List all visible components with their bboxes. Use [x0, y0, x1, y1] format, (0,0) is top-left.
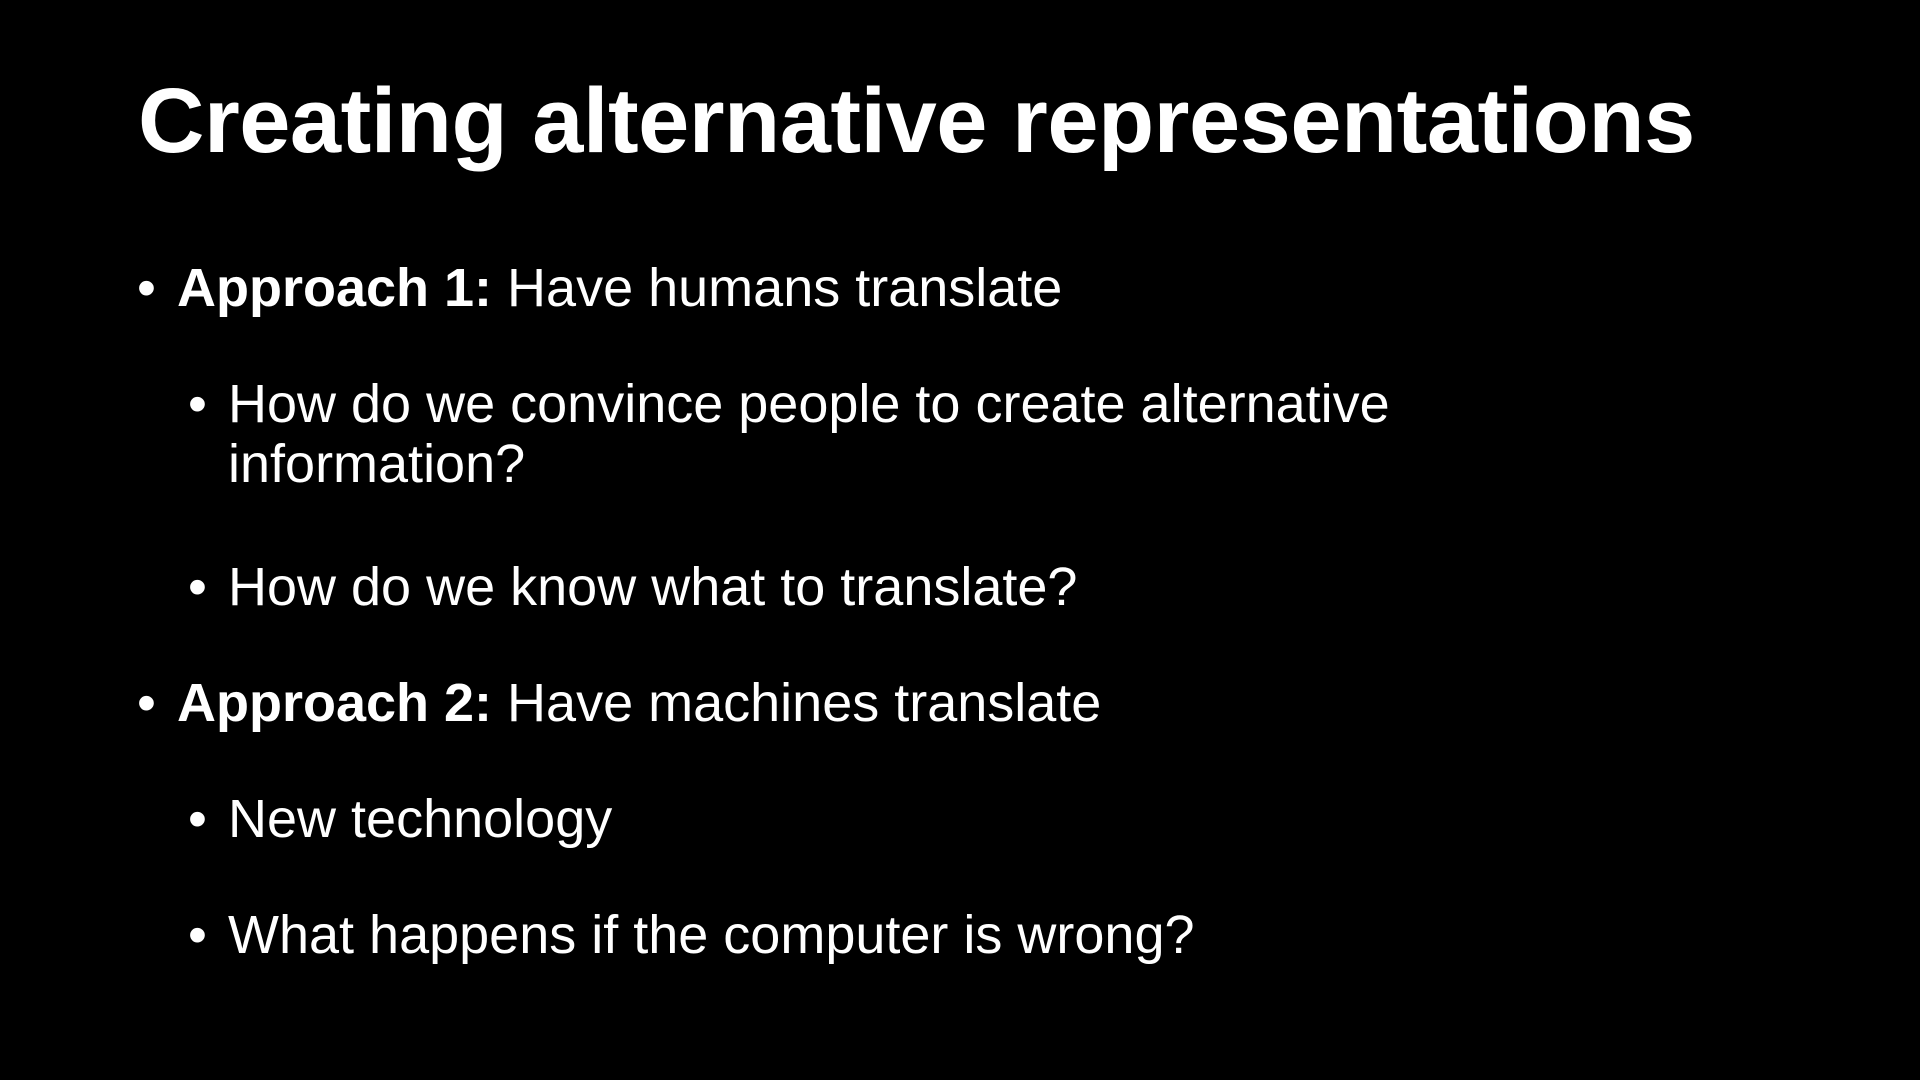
- bullet-icon: •: [188, 374, 207, 434]
- bullet-icon: •: [188, 905, 207, 965]
- slide-title: Creating alternative representations: [138, 70, 1695, 172]
- bullet-lead: Approach 2:: [177, 673, 493, 733]
- sub-bullet-line: How do we know what to translate?: [228, 557, 1078, 617]
- slide: Creating alternative representations • A…: [0, 0, 1920, 1080]
- sub-bullet-know-what: • How do we know what to translate?: [188, 557, 1078, 617]
- bullet-lead: Approach 1:: [177, 258, 493, 318]
- bullet-text: Have machines translate: [492, 673, 1102, 733]
- bullet-icon: •: [188, 789, 207, 849]
- bullet-icon: •: [188, 557, 207, 617]
- sub-bullet-line: What happens if the computer is wrong?: [228, 905, 1195, 965]
- bullet-approach-1: • Approach 1: Have humans translate: [137, 258, 1063, 318]
- sub-bullet-line: New technology: [228, 789, 613, 849]
- bullet-icon: •: [137, 673, 156, 733]
- bullet-approach-2: • Approach 2: Have machines translate: [137, 673, 1102, 733]
- bullet-text: Have humans translate: [492, 258, 1063, 318]
- sub-bullet-computer-wrong: • What happens if the computer is wrong?: [188, 905, 1195, 965]
- sub-bullet-line: How do we convince people to create alte…: [228, 374, 1390, 434]
- sub-bullet-convince: • How do we convince people to create al…: [188, 374, 1390, 494]
- sub-bullet-new-tech: • New technology: [188, 789, 613, 849]
- bullet-icon: •: [137, 258, 156, 318]
- sub-bullet-line: information?: [228, 434, 526, 494]
